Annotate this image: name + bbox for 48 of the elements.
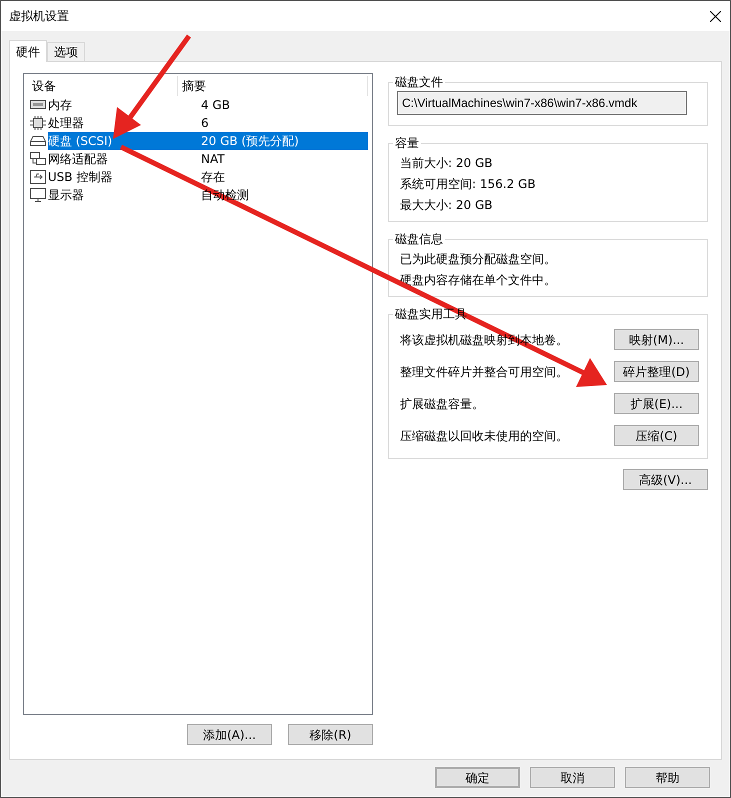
group-title: 容量 — [394, 135, 420, 152]
file-path-field[interactable]: C:\VirtualMachines\win7-x86\win7-x86.vmdk — [397, 91, 687, 115]
advanced-button[interactable]: 高级(V)... — [623, 469, 708, 490]
device-name: USB 控制器 — [48, 169, 112, 186]
column-header[interactable]: 摘要 — [178, 76, 368, 96]
capacity-text: 系统可用空间: 156.2 GB — [399, 176, 537, 192]
utility-button[interactable]: 碎片整理(D) — [614, 361, 699, 382]
capacity-text: 最大大小: 20 GB — [399, 196, 494, 214]
device-summary: NAT — [200, 151, 225, 168]
close-icon — [710, 10, 720, 22]
utility-button[interactable]: 扩展(E)... — [614, 393, 699, 414]
window-title: 虚拟机设置 — [9, 8, 69, 25]
utility-description: 整理文件碎片并整合可用空间。 — [399, 364, 568, 380]
device-name: 内存 — [48, 97, 72, 114]
device-row[interactable]: 内存 4 GB — [28, 96, 368, 114]
usb-icon — [30, 170, 46, 184]
utility-button[interactable]: 压缩(C) — [614, 425, 699, 446]
network-icon — [30, 152, 46, 166]
disk-drive-icon — [30, 135, 46, 147]
device-name: 网络适配器 — [48, 151, 108, 168]
device-row[interactable]: 处理器 6 — [28, 114, 368, 132]
group-title: 磁盘信息 — [394, 231, 444, 248]
utility-description: 压缩磁盘以回收未使用的空间。 — [399, 428, 568, 444]
dialog-button[interactable]: 取消 — [530, 767, 615, 788]
group-title: 磁盘文件 — [394, 74, 444, 91]
device-name: 显示器 — [48, 187, 84, 204]
utility-button[interactable]: 映射(M)... — [614, 329, 699, 350]
device-summary: 20 GB (预先分配) — [200, 133, 299, 150]
utility-description: 扩展磁盘容量。 — [399, 396, 484, 412]
column-header[interactable]: 设备 — [28, 76, 178, 96]
device-button[interactable]: 移除(R) — [288, 724, 373, 745]
device-row[interactable]: 网络适配器 NAT — [28, 150, 368, 168]
device-summary: 存在 — [200, 169, 225, 186]
tab[interactable]: 硬件 — [9, 40, 47, 62]
device-summary: 6 — [200, 115, 209, 132]
memory-icon — [30, 99, 46, 111]
device-row[interactable]: USB 控制器 存在 — [28, 168, 368, 186]
dialog-button[interactable]: 确定 — [435, 767, 520, 788]
device-button[interactable]: 添加(A)... — [187, 724, 272, 745]
monitor-icon — [30, 188, 46, 202]
device-name: 处理器 — [48, 115, 84, 132]
chip-icon — [30, 116, 46, 130]
capacity-text: 当前大小: 20 GB — [399, 154, 494, 172]
device-name: 硬盘 (SCSI) — [48, 133, 112, 150]
info-text: 已为此硬盘预分配磁盘空间。 — [399, 250, 557, 268]
dialog-button[interactable]: 帮助 — [625, 767, 710, 788]
device-summary: 4 GB — [200, 97, 230, 114]
tab[interactable]: 选项 — [47, 42, 85, 61]
